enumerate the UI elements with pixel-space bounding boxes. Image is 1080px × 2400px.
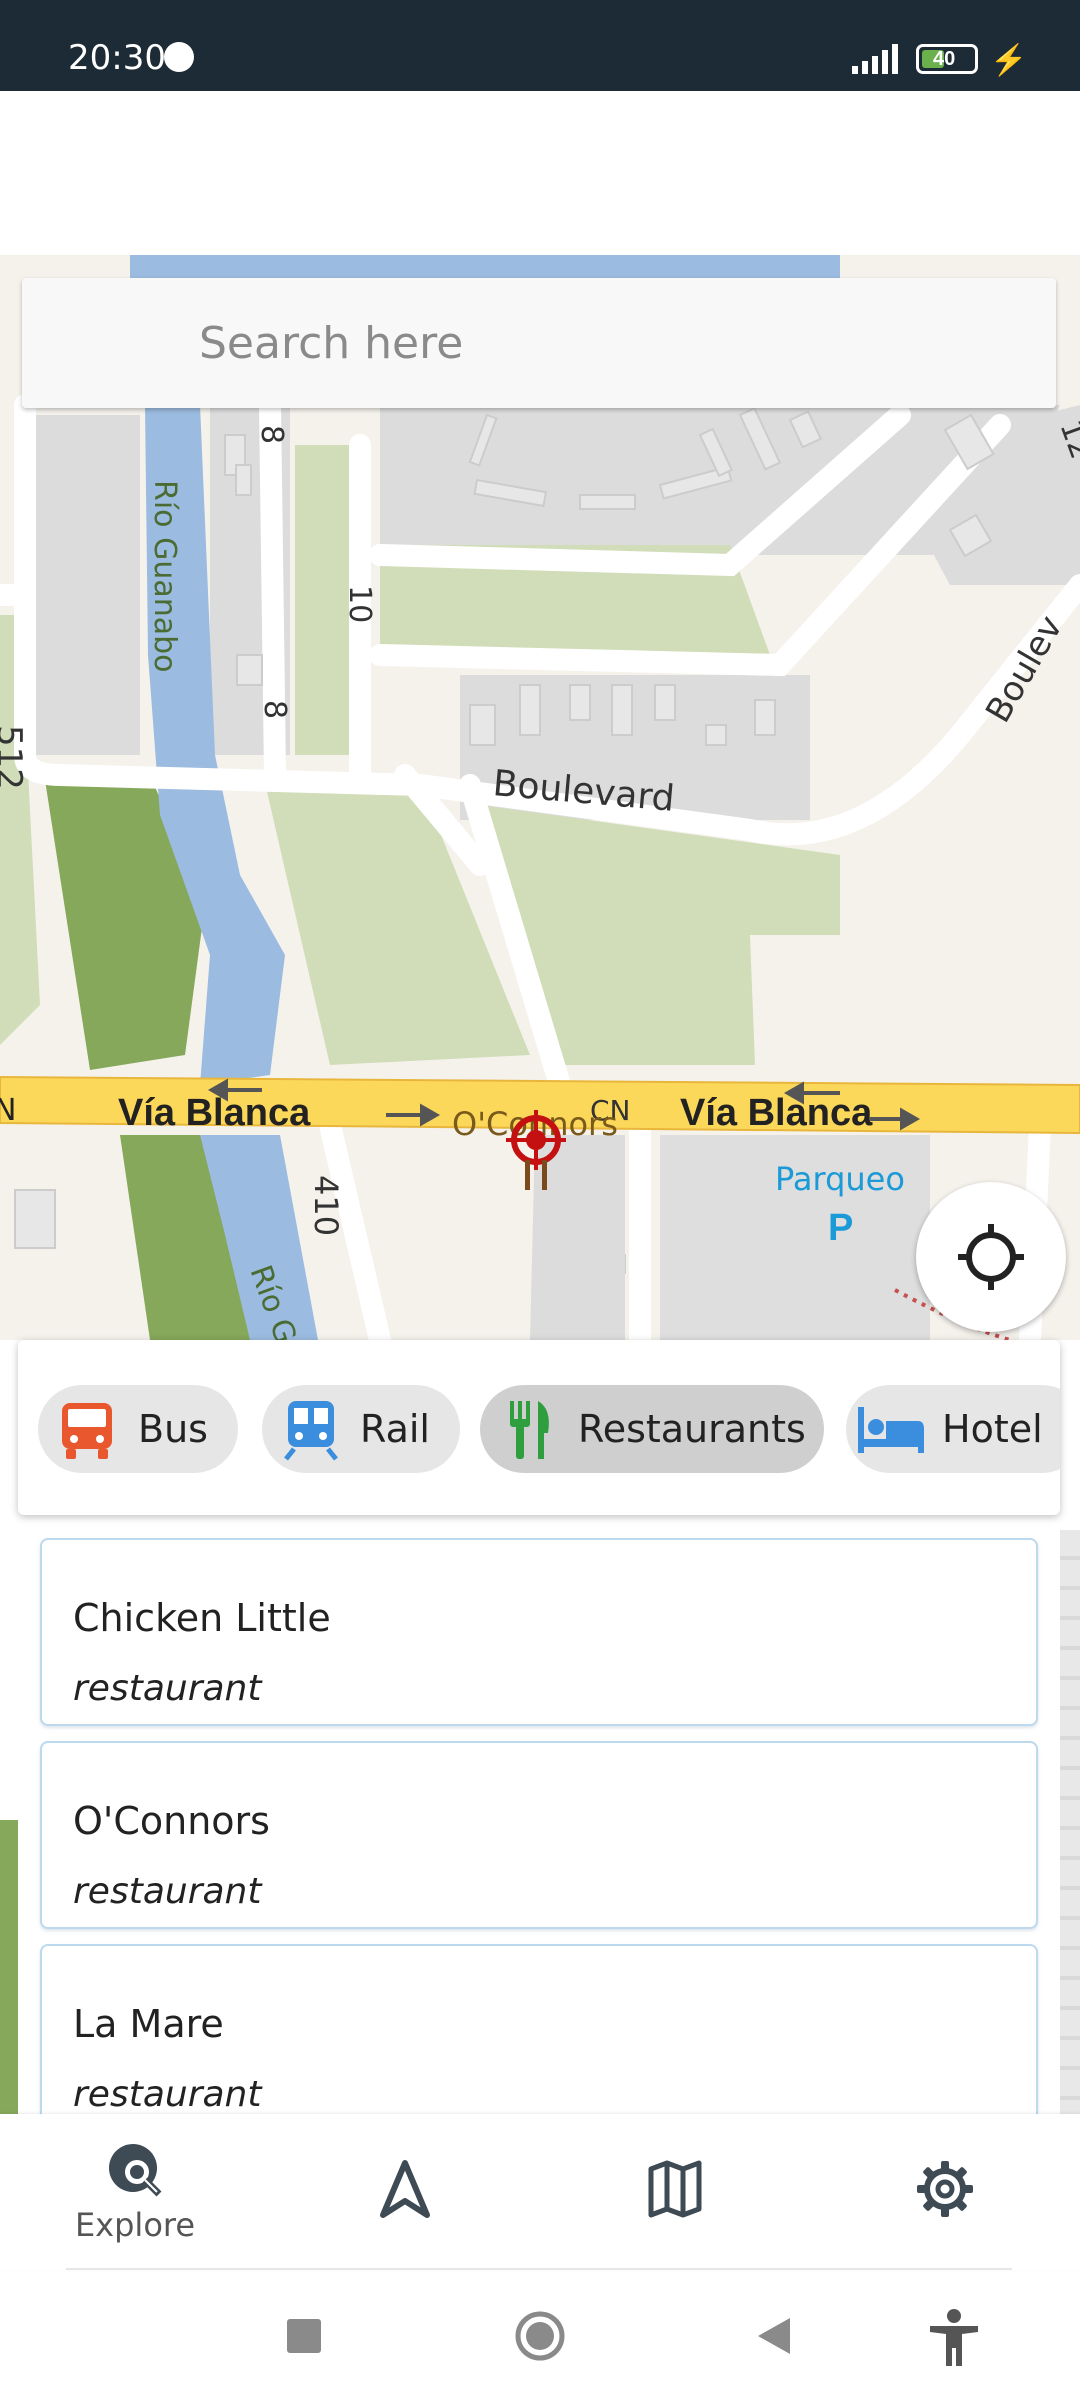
- category-chip-hotel[interactable]: Hotel: [846, 1385, 1060, 1473]
- nav-explore-label: Explore: [74, 2206, 196, 2244]
- category-label: Restaurants: [578, 1407, 806, 1451]
- result-card[interactable]: O'Connors restaurant: [40, 1741, 1038, 1929]
- status-time: 20:30: [68, 38, 166, 78]
- status-bar: 20:30 40 ⚡: [0, 0, 1080, 91]
- category-bar: Bus Rail Restaurants Hotel: [18, 1340, 1060, 1515]
- result-name: La Mare: [73, 2002, 224, 2046]
- search-bar[interactable]: [22, 278, 1056, 408]
- fork-knife-icon: [510, 1401, 549, 1459]
- category-label: Hotel: [942, 1407, 1043, 1451]
- nav-navigate[interactable]: [325, 2114, 485, 2264]
- explore-icon: [109, 2144, 162, 2197]
- bus-icon: [62, 1403, 112, 1459]
- result-name: Chicken Little: [73, 1596, 331, 1640]
- map-view[interactable]: 512 Río Guanabo 8 10 8 Boulevard Boulev …: [0, 255, 1080, 1340]
- back-triangle-icon[interactable]: [754, 2314, 794, 2358]
- results-list[interactable]: Chicken Little restaurant O'Connors rest…: [0, 1530, 1080, 2115]
- map-canvas[interactable]: 512 Río Guanabo 8 10 8 Boulevard Boulev …: [0, 255, 1080, 1340]
- result-type: restaurant: [73, 2074, 262, 2115]
- search-input[interactable]: [197, 310, 1001, 376]
- category-chip-rail[interactable]: Rail: [262, 1385, 460, 1473]
- system-navigation-bar: [0, 2272, 1080, 2400]
- result-card[interactable]: Chicken Little restaurant: [40, 1538, 1038, 1726]
- result-type: restaurant: [73, 1871, 262, 1912]
- result-card[interactable]: La Mare restaurant: [40, 1944, 1038, 2115]
- nav-map[interactable]: [595, 2114, 755, 2264]
- road-label-8b: 8: [257, 700, 292, 719]
- category-label: Rail: [360, 1407, 430, 1451]
- road-label-n: N: [0, 1093, 16, 1128]
- parking-icon: P: [828, 1207, 853, 1249]
- battery-icon: 40: [916, 44, 978, 74]
- poi-label-parqueo: Parqueo: [775, 1160, 905, 1198]
- road-label-via-blanca-1: Vía Blanca: [118, 1092, 311, 1134]
- home-circle-icon[interactable]: [514, 2310, 566, 2362]
- road-label-410: 410: [307, 1175, 345, 1236]
- road-label-512: 512: [0, 725, 29, 790]
- category-chip-bus[interactable]: Bus: [38, 1385, 238, 1473]
- result-name: O'Connors: [73, 1799, 270, 1843]
- category-chip-restaurants[interactable]: Restaurants: [480, 1385, 824, 1473]
- crosshair-icon: [958, 1224, 1024, 1290]
- river-label-guanabo: Río Guanabo: [147, 480, 182, 673]
- my-location-button[interactable]: [916, 1182, 1066, 1332]
- gear-icon: [917, 2161, 973, 2217]
- accessibility-icon[interactable]: [926, 2308, 982, 2368]
- road-label-8a: 8: [254, 425, 289, 444]
- train-icon: [284, 1401, 338, 1461]
- navigation-icon: [380, 2160, 430, 2218]
- bed-icon: [858, 1407, 924, 1453]
- notification-dot-icon: [164, 42, 194, 72]
- battery-level: 40: [933, 48, 956, 70]
- nav-explore[interactable]: Explore: [55, 2114, 215, 2264]
- map-icon: [648, 2160, 702, 2218]
- signal-icon: [852, 44, 898, 74]
- nav-settings[interactable]: [865, 2114, 1025, 2264]
- result-type: restaurant: [73, 1668, 262, 1709]
- category-label: Bus: [138, 1407, 208, 1451]
- bottom-navigation: Explore: [0, 2114, 1080, 2270]
- road-label-via-blanca-2: Vía Blanca: [680, 1092, 873, 1134]
- charging-bolt-icon: ⚡: [990, 44, 1028, 77]
- recents-square-icon[interactable]: [284, 2316, 324, 2356]
- road-label-10: 10: [342, 585, 377, 623]
